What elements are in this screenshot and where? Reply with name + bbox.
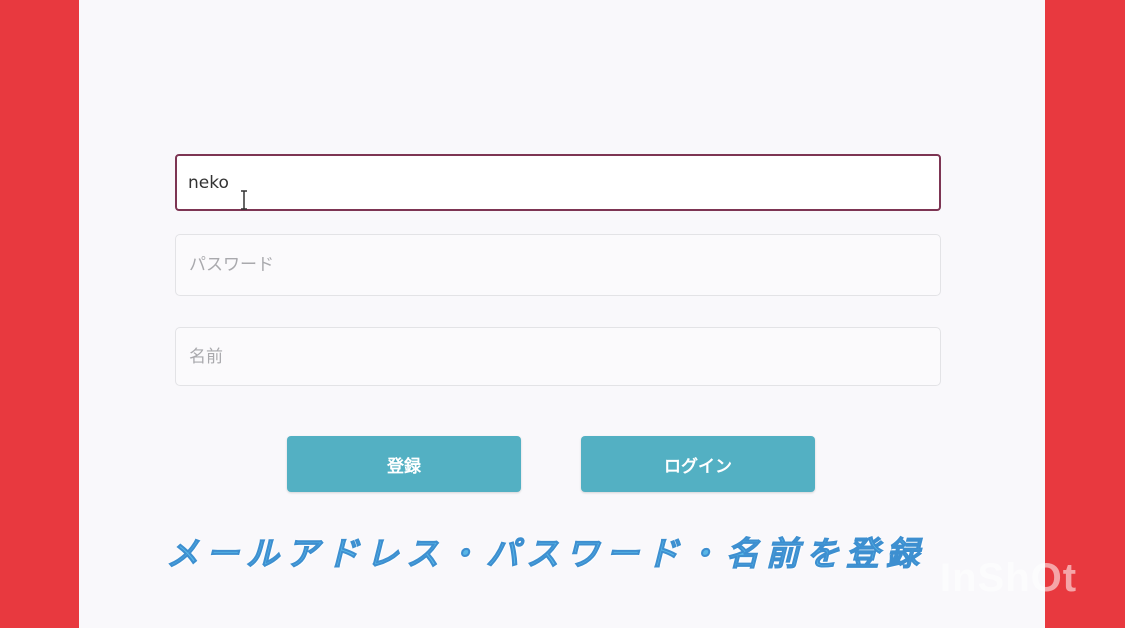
name-field[interactable] <box>175 327 941 386</box>
email-field[interactable] <box>175 154 941 211</box>
text-cursor-icon <box>241 190 247 210</box>
password-field[interactable] <box>175 234 941 296</box>
login-button[interactable]: ログイン <box>581 436 815 492</box>
register-button[interactable]: 登録 <box>287 436 521 492</box>
watermark-logo: InShOt <box>940 556 1078 600</box>
video-caption: メールアドレス・パスワード・名前を登録 <box>166 534 926 574</box>
video-frame: 登録 ログイン メールアドレス・パスワード・名前を登録 InShOt <box>0 0 1125 628</box>
